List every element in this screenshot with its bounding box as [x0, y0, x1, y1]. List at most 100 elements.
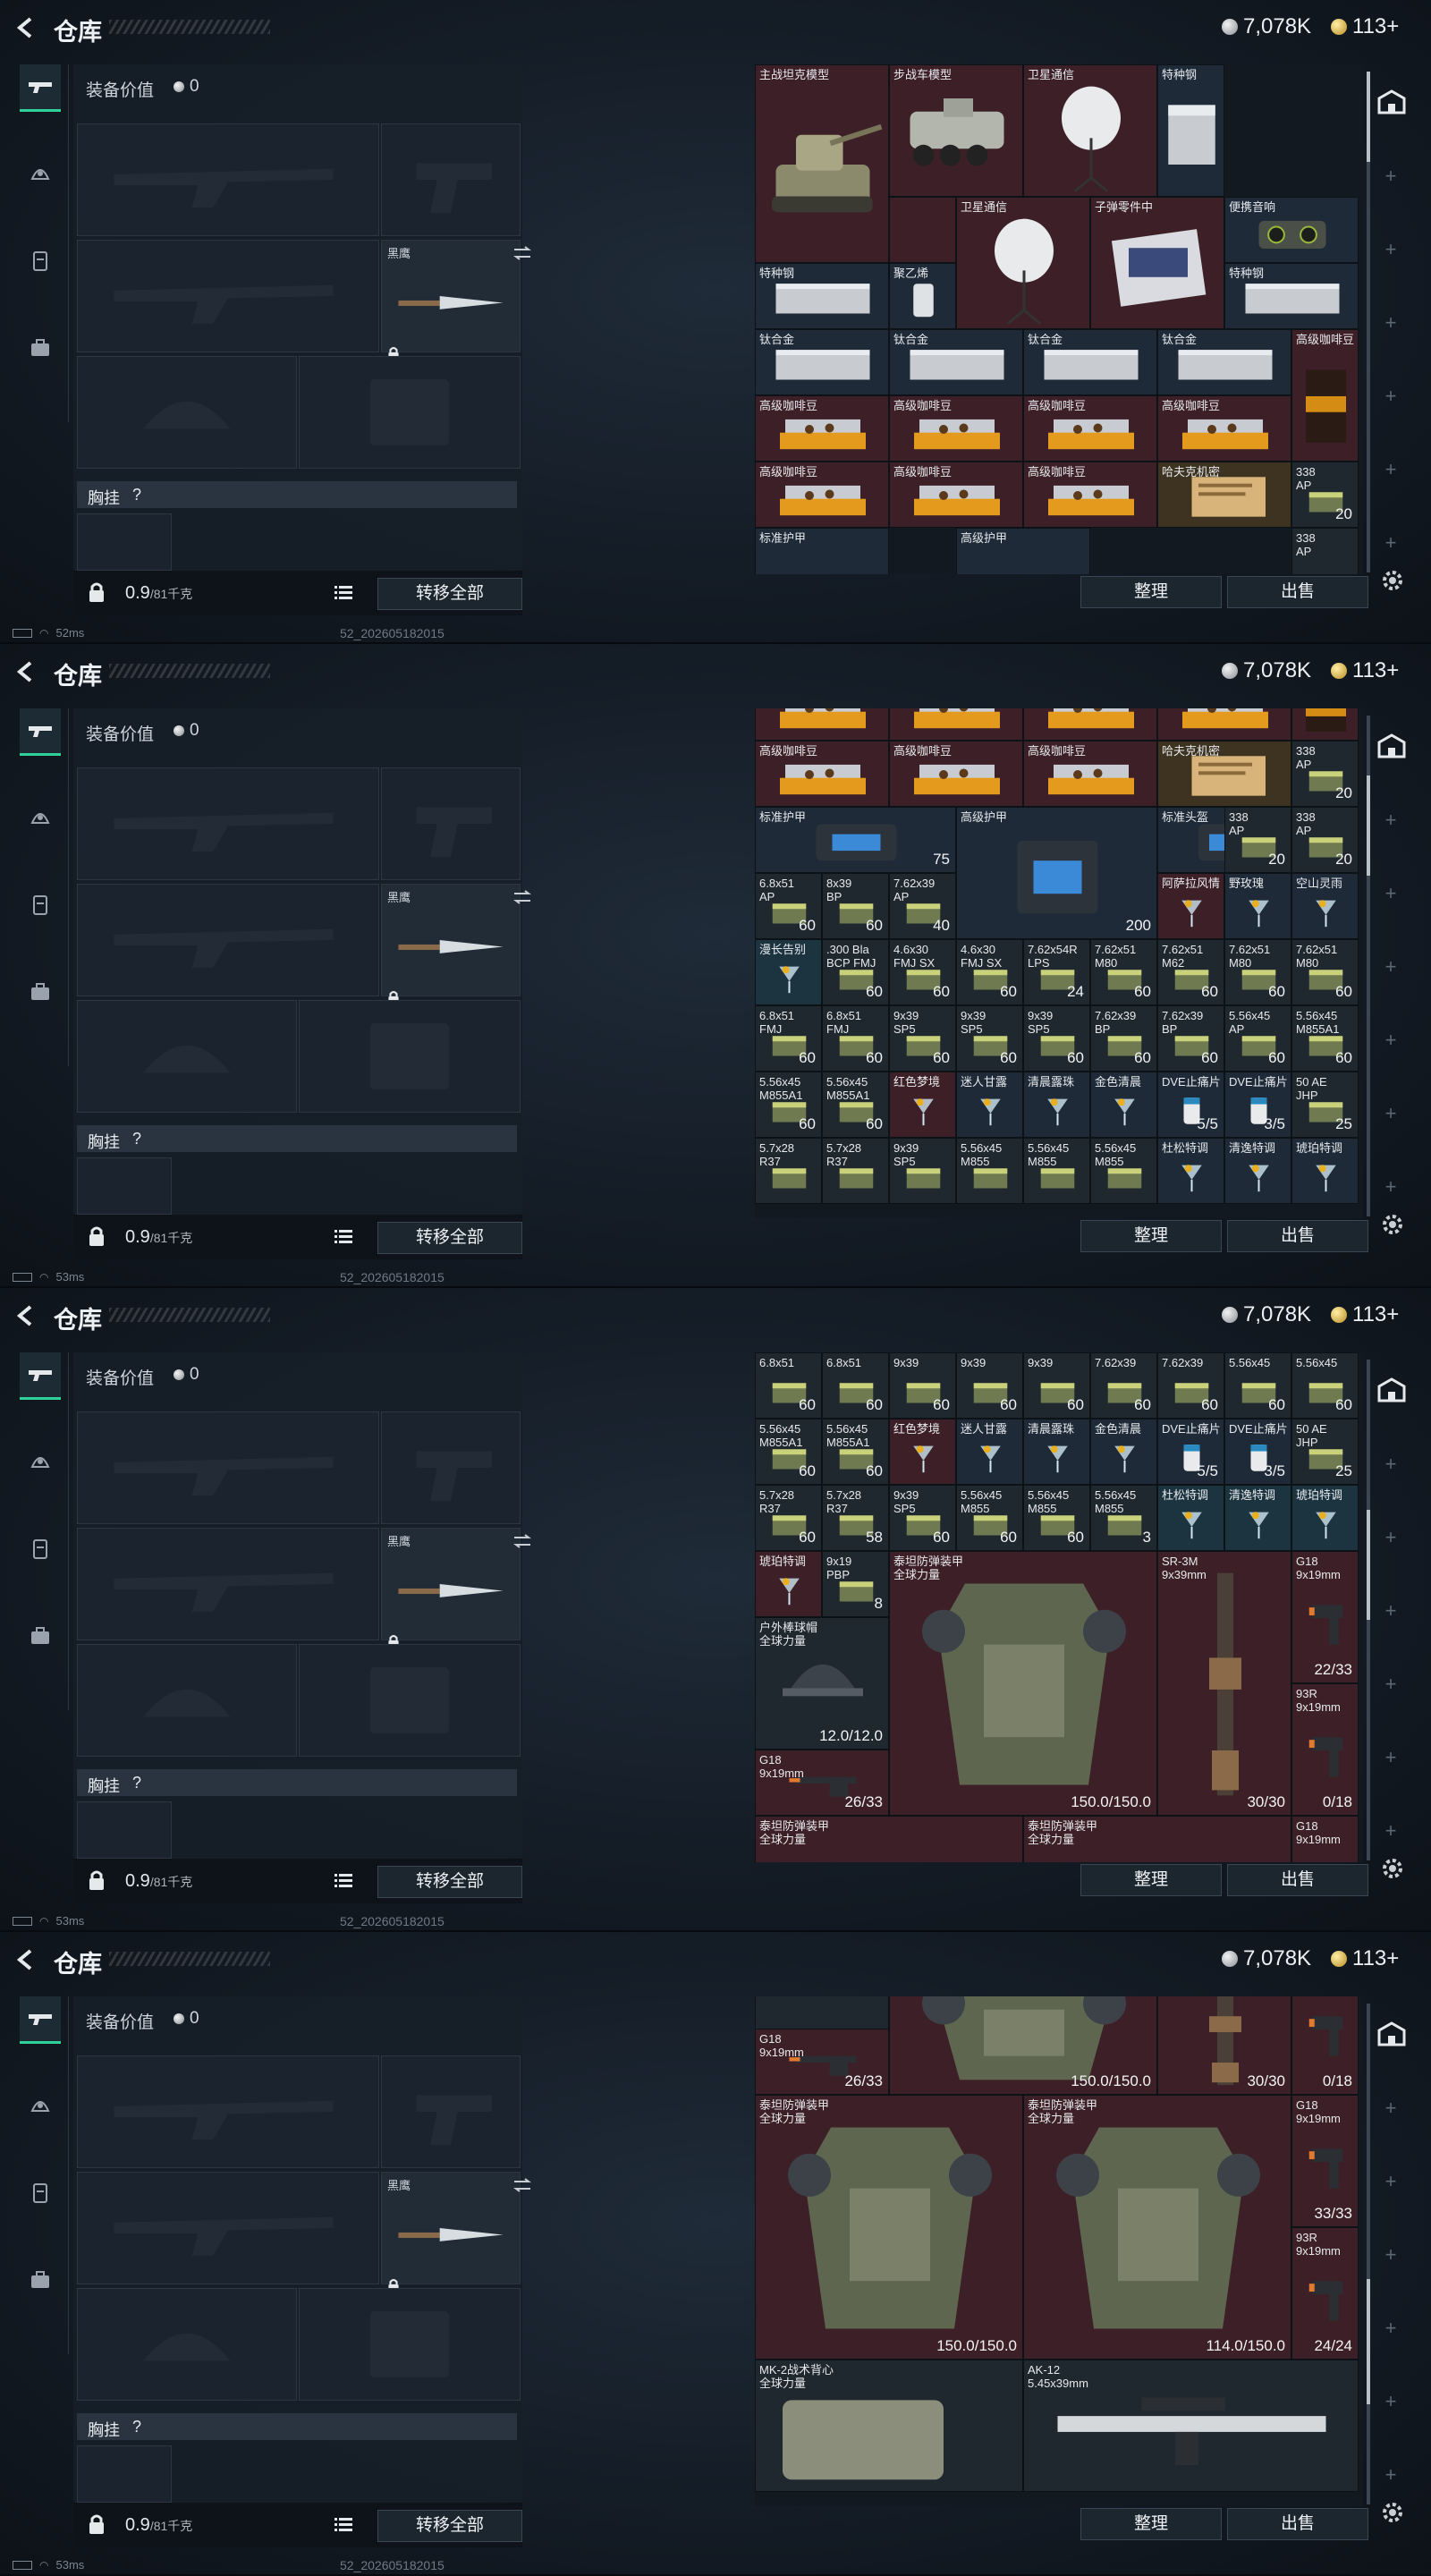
- chest-rig-header[interactable]: 胸挂?: [77, 1769, 517, 1796]
- add-storage-button[interactable]: +: [1384, 1454, 1397, 1474]
- helmet-slot[interactable]: [77, 2288, 297, 2401]
- inventory-item[interactable]: 5.56x45 M855: [1090, 1138, 1157, 1204]
- inventory-item[interactable]: 户外棒球帽 全球力量 12.0/12.0: [755, 1617, 889, 1750]
- add-storage-button[interactable]: +: [1384, 1030, 1397, 1050]
- inventory-item[interactable]: 钛合金: [889, 329, 1023, 395]
- inventory-item[interactable]: 高级护甲 200: [956, 807, 1157, 939]
- inventory-item[interactable]: 338 AP 20: [1291, 741, 1359, 807]
- nav-helmet[interactable]: [20, 2084, 61, 2129]
- add-storage-button[interactable]: +: [1384, 1748, 1397, 1767]
- add-storage-button[interactable]: +: [1384, 166, 1397, 186]
- inventory-item[interactable]: 红色梦境: [889, 1072, 956, 1138]
- inventory-item[interactable]: 93R 9x19mm 0/18: [1291, 1683, 1359, 1816]
- inventory-item[interactable]: 便携音响: [1224, 197, 1359, 263]
- primary-weapon-slot[interactable]: [77, 1411, 379, 1524]
- add-storage-button[interactable]: +: [1384, 460, 1397, 479]
- inventory-item[interactable]: 5.7x28 R37: [822, 1138, 889, 1204]
- gear-icon[interactable]: [1379, 1855, 1406, 1882]
- add-storage-button[interactable]: +: [1384, 240, 1397, 259]
- melee-slot[interactable]: 黑鹰: [381, 240, 531, 361]
- sell-button[interactable]: 出售: [1227, 576, 1368, 608]
- inventory-item[interactable]: 特种钢: [755, 263, 889, 329]
- inventory-item[interactable]: [1023, 708, 1157, 741]
- inventory-item[interactable]: 30/30: [1157, 1996, 1291, 2095]
- inventory-item[interactable]: 金色清晨: [1090, 1072, 1157, 1138]
- inventory-item[interactable]: 高级咖啡豆: [889, 741, 1023, 807]
- sell-button[interactable]: 出售: [1227, 1864, 1368, 1896]
- inventory-item[interactable]: 50 AE JHP 25: [1291, 1419, 1359, 1485]
- inventory-item[interactable]: [889, 197, 956, 263]
- back-arrow-icon[interactable]: [13, 1946, 39, 1973]
- inventory-item[interactable]: 空山灵雨: [1291, 873, 1359, 939]
- inventory-item[interactable]: 9x39 SP5 60: [956, 1005, 1023, 1072]
- inventory-item[interactable]: 7.62x39 BP 60: [1157, 1005, 1224, 1072]
- add-storage-button[interactable]: +: [1384, 884, 1397, 903]
- inventory-scrollbar[interactable]: [1367, 2004, 1370, 2504]
- inventory-item[interactable]: 高级护甲: [956, 528, 1090, 574]
- inventory-item[interactable]: MK-2战术背心 全球力量: [755, 2360, 1023, 2492]
- secondary-weapon-slot[interactable]: [77, 884, 379, 996]
- inventory-item[interactable]: 高级咖啡豆: [889, 395, 1023, 462]
- chest-rig-slot[interactable]: [77, 1157, 172, 1215]
- inventory-item[interactable]: 清逸特调: [1224, 1485, 1291, 1551]
- inventory-item[interactable]: .300 Bla BCP FMJ 60: [822, 939, 889, 1005]
- inventory-item[interactable]: 高级咖啡豆: [755, 462, 889, 528]
- inventory-item[interactable]: 高级咖啡豆: [755, 741, 889, 807]
- inventory-item[interactable]: 标准护甲: [755, 528, 889, 574]
- sell-button[interactable]: 出售: [1227, 2508, 1368, 2540]
- inventory-item[interactable]: 7.62x51 M80 60: [1090, 939, 1157, 1005]
- inventory-item[interactable]: 红色梦境: [889, 1419, 956, 1485]
- inventory-item[interactable]: 清晨露珠: [1023, 1072, 1090, 1138]
- inventory-item[interactable]: 清逸特调: [1224, 1138, 1291, 1204]
- armor-slot[interactable]: [299, 356, 521, 469]
- back-arrow-icon[interactable]: [13, 1302, 39, 1329]
- inventory-item[interactable]: 5.56x45 M855: [956, 1138, 1023, 1204]
- inventory-item[interactable]: 高级咖啡豆: [1023, 395, 1157, 462]
- inventory-item[interactable]: 5.56x45 AP 60: [1224, 1005, 1291, 1072]
- helmet-slot[interactable]: [77, 356, 297, 469]
- inventory-item[interactable]: 高级咖啡豆: [755, 395, 889, 462]
- list-icon[interactable]: [334, 1229, 352, 1243]
- inventory-item[interactable]: 卫星通信: [1023, 64, 1157, 197]
- sell-button[interactable]: 出售: [1227, 1220, 1368, 1252]
- chest-rig-header[interactable]: 胸挂?: [77, 481, 517, 508]
- nav-armor[interactable]: [20, 240, 61, 284]
- add-storage-button[interactable]: +: [1384, 2318, 1397, 2338]
- inventory-item[interactable]: DVE止痛片 3/5: [1224, 1072, 1291, 1138]
- secondary-weapon-slot[interactable]: [77, 240, 379, 352]
- inventory-item[interactable]: 7.62x39 60: [1157, 1352, 1224, 1419]
- add-storage-button[interactable]: +: [1384, 1528, 1397, 1547]
- inventory-item[interactable]: 4.6x30 FMJ SX 60: [889, 939, 956, 1005]
- inventory-item[interactable]: 野玫瑰: [1224, 873, 1291, 939]
- nav-backpack[interactable]: [20, 327, 61, 372]
- sort-button[interactable]: 整理: [1080, 576, 1222, 608]
- chest-rig-slot[interactable]: [77, 1801, 172, 1859]
- base-icon[interactable]: [1376, 2018, 1408, 2055]
- inventory-item[interactable]: 高级咖啡豆: [889, 462, 1023, 528]
- primary-weapon-slot[interactable]: [77, 2055, 379, 2168]
- inventory-item[interactable]: 338 AP: [1291, 528, 1359, 574]
- inventory-item[interactable]: 泰坦防弹装甲 全球力量 114.0/150.0: [1023, 2095, 1291, 2360]
- primary-weapon-slot[interactable]: [77, 123, 379, 236]
- add-storage-button[interactable]: +: [1384, 1601, 1397, 1621]
- inventory-item[interactable]: 7.62x51 M80 60: [1291, 939, 1359, 1005]
- base-icon[interactable]: [1376, 730, 1408, 767]
- inventory-item[interactable]: [1157, 708, 1291, 741]
- pistol-slot[interactable]: [381, 2055, 521, 2168]
- chest-rig-header[interactable]: 胸挂?: [77, 1125, 517, 1152]
- inventory-item[interactable]: 338 AP 20: [1291, 807, 1359, 873]
- nav-helmet[interactable]: [20, 796, 61, 841]
- inventory-item[interactable]: G18 9x19mm: [1291, 1816, 1359, 1862]
- chest-rig-slot[interactable]: [77, 2445, 172, 2503]
- inventory-item[interactable]: 琥珀特调: [1291, 1138, 1359, 1204]
- add-storage-button[interactable]: +: [1384, 313, 1397, 333]
- inventory-item[interactable]: 9x39 SP5 60: [889, 1005, 956, 1072]
- melee-slot[interactable]: 黑鹰: [381, 2172, 531, 2293]
- inventory-scroll-thumb[interactable]: [1367, 72, 1370, 162]
- helmet-slot[interactable]: [77, 1644, 297, 1757]
- secondary-weapon-slot[interactable]: [77, 2172, 379, 2284]
- inventory-item[interactable]: G18 9x19mm 26/33: [755, 2029, 889, 2095]
- inventory-item[interactable]: 高级咖啡豆: [1157, 395, 1291, 462]
- add-storage-button[interactable]: +: [1384, 957, 1397, 977]
- back-arrow-icon[interactable]: [13, 14, 39, 41]
